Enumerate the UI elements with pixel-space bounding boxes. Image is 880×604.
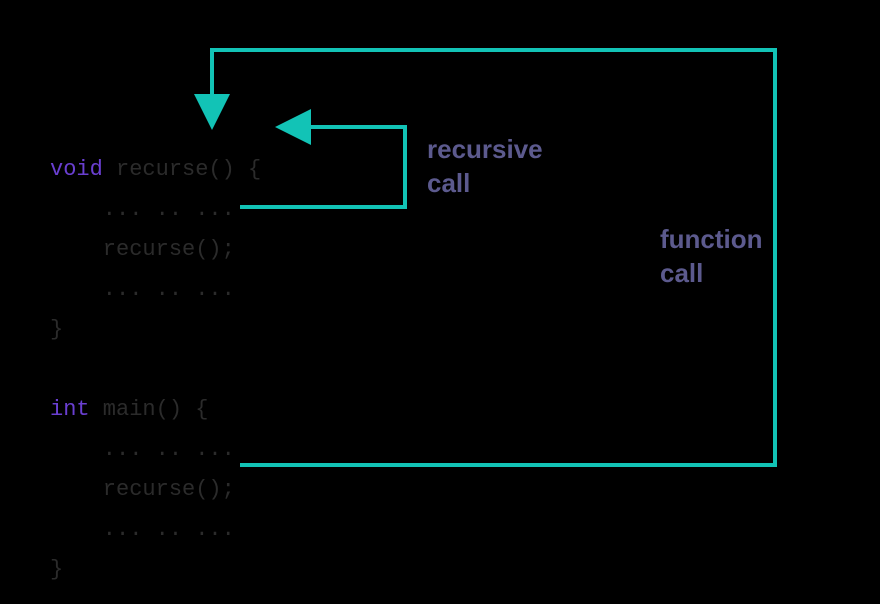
code-line-11: }	[50, 557, 63, 582]
function-call-label: function call	[660, 222, 763, 290]
function-call-label-line1: function	[660, 224, 763, 254]
recursive-call-label-line1: recursive	[427, 134, 543, 164]
recursive-call-label: recursive call	[427, 132, 543, 200]
code-line-10: ... .. ...	[50, 517, 235, 542]
code-line-5: }	[50, 317, 63, 342]
code-line-1: void recurse() {	[50, 157, 261, 182]
function-call-label-line2: call	[660, 258, 703, 288]
keyword-void: void	[50, 157, 103, 182]
main-signature: main() {	[90, 397, 209, 422]
code-line-4: ... .. ...	[50, 277, 235, 302]
keyword-int: int	[50, 397, 90, 422]
code-line-7: int main() {	[50, 397, 208, 422]
code-block: void recurse() { ... .. ... recurse(); .…	[50, 110, 261, 604]
recursive-call-label-line2: call	[427, 168, 470, 198]
recurse-self-call: recurse();	[50, 237, 235, 262]
main-recurse-call: recurse();	[50, 477, 235, 502]
recursive-call-arrow	[240, 127, 405, 207]
code-line-8: ... .. ...	[50, 437, 235, 462]
recurse-signature: recurse() {	[103, 157, 261, 182]
code-line-2: ... .. ...	[50, 197, 235, 222]
diagram-stage: void recurse() { ... .. ... recurse(); .…	[0, 0, 880, 604]
